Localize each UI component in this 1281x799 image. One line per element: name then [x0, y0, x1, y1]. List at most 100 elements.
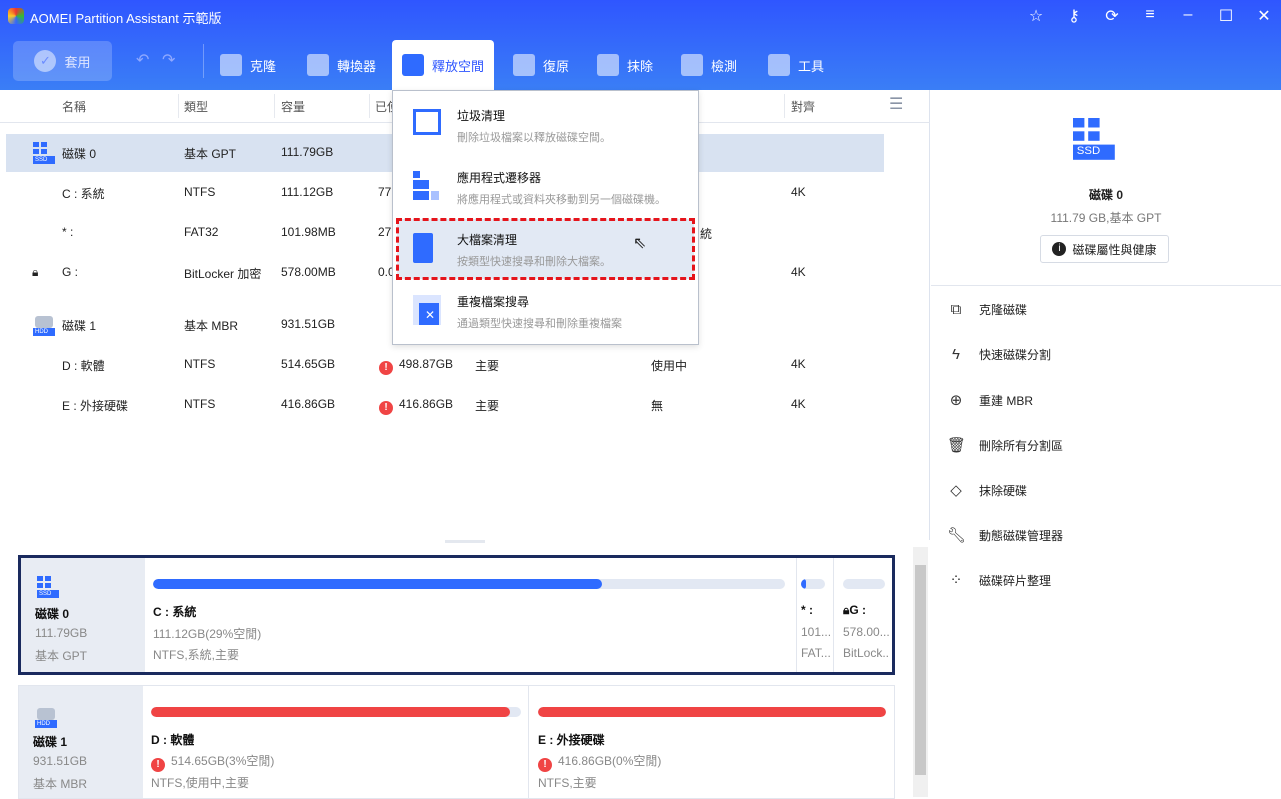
op-defrag[interactable]: ⁘ 磁碟碎片整理 — [947, 571, 1051, 589]
disk-properties-panel: SSD 磁碟 0 111.79 GB,基本 GPT i 磁碟屬性與健康 ⧉ 克隆磁碟… — [931, 90, 1281, 799]
cell-type: BitLocker 加密 — [184, 267, 262, 281]
header-capacity[interactable]: 容量 — [281, 98, 305, 115]
scrollbar-thumb[interactable] — [915, 565, 926, 775]
close-icon[interactable]: ✕ — [1249, 6, 1279, 26]
title-toolbar-band: AOMEI Partition Assistant 示範版 ☆ ⚷ ⟳ ≡ – … — [0, 0, 1281, 90]
toolbar-label: 釋放空間 — [432, 58, 485, 74]
cell-partition-type: 主要 — [475, 399, 500, 413]
cell-partition-type: 主要 — [475, 359, 500, 373]
table-row[interactable]: D : 軟體 NTFS 514.65GB ! 498.87GB 主要 使用中 4K — [6, 346, 884, 384]
usage-fill — [153, 579, 602, 589]
key-icon[interactable]: ⚷ — [1059, 6, 1089, 26]
cell-capacity: 111.12GB — [281, 185, 334, 199]
ssd-disk-icon: SSD — [37, 576, 59, 598]
header-align[interactable]: 對齊 — [791, 98, 815, 115]
partition-c[interactable]: C : 系統 111.12GB(29%空閒) NTFS,系統,主要 — [145, 558, 797, 672]
usage-fill — [538, 707, 886, 717]
maximize-icon[interactable]: ☐ — [1211, 6, 1241, 26]
cell-align: 4K — [791, 397, 806, 411]
toolbar-wipe[interactable]: 抹除 — [587, 40, 663, 90]
column-divider — [369, 94, 370, 118]
warning-icon: ! — [379, 401, 393, 415]
partition-d[interactable]: D : 軟體 ! 514.65GB(3%空閒) NTFS,使用中,主要 — [143, 686, 529, 798]
menu-item-desc: 刪除垃圾檔案以釋放磁碟空間。 — [457, 132, 611, 144]
table-row[interactable]: E : 外接硬碟 NTFS 416.86GB ! 416.86GB 主要 無 4K — [6, 386, 884, 424]
disk-name: 磁碟 0 — [35, 607, 70, 621]
menu-large-file-cleaner[interactable]: 大檔案清理 按類型快速搜尋和刪除大檔案。 ⇖ — [396, 218, 695, 280]
op-label: 抹除硬碟 — [979, 483, 1028, 498]
cell-capacity: 101.98MB — [281, 225, 336, 239]
partition-label: D : 軟體 — [151, 733, 195, 747]
partition-e[interactable]: E : 外接硬碟 ! 416.86GB(0%空閒) NTFS,主要 — [530, 686, 894, 798]
warning-icon: ! — [151, 758, 165, 772]
redo-icon[interactable]: ↷ — [162, 50, 175, 70]
cell-type: NTFS — [184, 185, 216, 199]
cell-capacity: 578.00MB — [281, 265, 336, 279]
column-settings-icon[interactable]: ☰ — [889, 94, 903, 114]
cell-used: 416.86GB — [399, 397, 454, 411]
large-file-icon — [413, 233, 433, 263]
shredder-icon — [597, 54, 619, 76]
menu-item-desc: 將應用程式或資料夾移動到另一個磁碟機。 — [457, 194, 666, 206]
apply-button[interactable]: ✓ 套用 — [13, 41, 112, 81]
header-name[interactable]: 名稱 — [62, 98, 86, 115]
column-divider — [274, 94, 275, 118]
op-wipe-disk[interactable]: ◇ 抹除硬碟 — [947, 481, 1027, 499]
disk-card-0[interactable]: SSD 磁碟 0 111.79GB 基本 GPT C : 系統 111.12GB… — [18, 555, 895, 675]
clone-icon — [220, 54, 242, 76]
op-rebuild-mbr[interactable]: ⊕ 重建 MBR — [947, 391, 1033, 409]
cell-type: 基本 MBR — [184, 319, 239, 333]
cell-used: 77 — [378, 185, 392, 199]
cell-type: FAT32 — [184, 225, 219, 239]
op-label: 重建 MBR — [979, 393, 1034, 408]
toolbar-converter[interactable]: 轉換器 — [297, 40, 386, 90]
menu-junk-cleaner[interactable]: 垃圾清理 刪除垃圾檔案以釋放磁碟空間。 — [397, 95, 694, 155]
partition-size: 578.00... — [843, 625, 889, 639]
menu-item-title: 應用程式遷移器 — [457, 171, 542, 185]
op-delete-all-partitions[interactable]: 🗑︎ 刪除所有分割區 — [947, 436, 1063, 454]
cell-align: 4K — [791, 265, 806, 279]
app-logo-icon — [8, 8, 24, 24]
usage-bar — [153, 579, 785, 589]
op-dynamic-disk-manager[interactable]: 🔧︎ 動態磁碟管理器 — [947, 526, 1063, 544]
refresh-icon[interactable]: ⟳ — [1097, 6, 1127, 26]
header-type[interactable]: 類型 — [184, 98, 208, 115]
menu-icon[interactable]: ≡ — [1135, 6, 1165, 24]
op-clone-disk[interactable]: ⧉ 克隆磁碟 — [947, 301, 1027, 318]
toolbar-test[interactable]: 檢測 — [671, 40, 747, 90]
menu-app-mover[interactable]: 應用程式遷移器 將應用程式或資料夾移動到另一個磁碟機。 — [397, 157, 694, 217]
toolbar-tools[interactable]: 工具 — [758, 40, 834, 90]
op-quick-partition[interactable]: ϟ 快速磁碟分割 — [947, 346, 1051, 363]
disk-properties-button[interactable]: i 磁碟屬性與健康 — [1040, 235, 1169, 263]
eraser-icon: ◇ — [950, 482, 962, 499]
toolbar-clone[interactable]: 克隆 — [210, 40, 286, 90]
partition-g[interactable]: 🔒︎G : 578.00... BitLock... — [835, 558, 893, 672]
partition-info: NTFS,主要 — [538, 776, 597, 790]
toolbar-label: 轉換器 — [337, 58, 377, 74]
star-icon[interactable]: ☆ — [1021, 6, 1051, 26]
usage-bar — [151, 707, 521, 717]
disk-size: 931.51GB — [33, 754, 88, 768]
cell-capacity: 931.51GB — [281, 317, 336, 331]
disk-card-1[interactable]: HDD 磁碟 1 931.51GB 基本 MBR D : 軟體 ! 514.65G… — [18, 685, 895, 799]
cell-capacity: 514.65GB — [281, 357, 336, 371]
cell-name: 磁碟 0 — [62, 147, 97, 161]
broom-icon — [413, 109, 441, 135]
resize-handle[interactable] — [445, 540, 485, 543]
undo-icon[interactable]: ↶ — [136, 50, 149, 70]
toolbar-free-space[interactable]: 釋放空間 — [392, 40, 494, 90]
cell-align: 4K — [791, 185, 806, 199]
trash-icon: 🗑︎ — [947, 437, 967, 454]
disk-map-scrollbar[interactable] — [913, 547, 928, 797]
minimize-icon[interactable]: – — [1173, 6, 1203, 24]
partition-star[interactable]: * : 101... FAT... — [798, 558, 834, 672]
usage-bar — [801, 579, 825, 589]
cell-type: NTFS — [184, 397, 216, 411]
op-label: 克隆磁碟 — [979, 303, 1028, 317]
cell-type: 基本 GPT — [184, 147, 237, 161]
menu-duplicate-finder[interactable]: ✕ 重複檔案搜尋 通過類型快速搜尋和刪除重複檔案 — [397, 281, 694, 341]
mouse-cursor-icon: ⇖ — [633, 235, 647, 252]
panel-divider — [931, 285, 1281, 286]
disk-name: 磁碟 0 — [1088, 188, 1123, 202]
toolbar-recover[interactable]: 復原 — [503, 40, 579, 90]
